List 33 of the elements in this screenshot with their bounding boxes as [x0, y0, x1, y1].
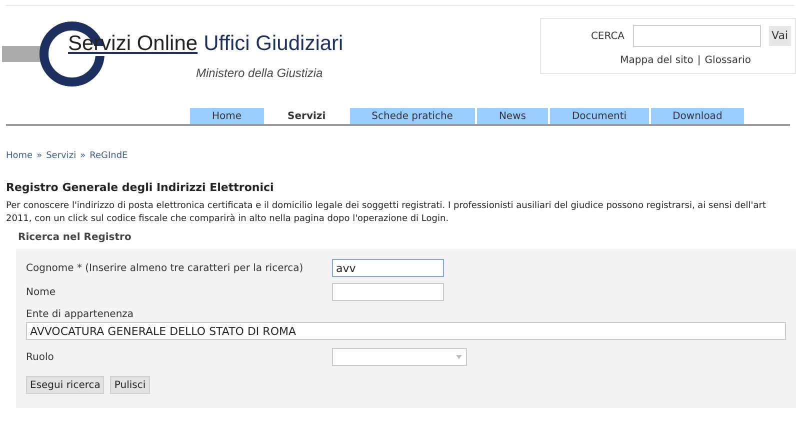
- site-title: Servizi Online: [68, 32, 198, 56]
- page-title: Registro Generale degli Indirizzi Elettronici: [6, 180, 275, 196]
- intro-text: Per conoscere l'indirizzo di posta elettronica certificata e il domicilio legale dei soggetti registrati. I professionisti ausiliari del giudice possono registrarsi, ai sensi dell'art: [6, 200, 767, 213]
- nav-tab[interactable]: Schede pratiche: [350, 108, 475, 124]
- link-separator: |: [697, 54, 701, 68]
- breadcrumb-link[interactable]: Home: [6, 150, 33, 164]
- nav-tab[interactable]: Documenti: [550, 108, 649, 124]
- dropdown[interactable]: [332, 348, 467, 366]
- nav-tab[interactable]: News: [476, 108, 548, 124]
- site-title: Uffici Giudiziari: [204, 32, 344, 56]
- search-button[interactable]: Esegui ricerca: [26, 376, 104, 394]
- section-title: Ricerca nel Registro: [18, 231, 132, 245]
- clear-button[interactable]: Pulisci: [110, 376, 150, 394]
- caret-icon: [456, 355, 462, 359]
- sitemap-link[interactable]: Mappa del sito: [620, 53, 694, 68]
- breadcrumb-link[interactable]: Servizi: [46, 150, 76, 164]
- text-field[interactable]: AVVOCATURA GENERALE DELLO STATO DI ROMA: [26, 322, 786, 340]
- breadcrumb-separator: »: [36, 150, 42, 163]
- site-subtitle: Ministero della Giustizia: [196, 65, 324, 82]
- search-label: CERCA: [590, 30, 625, 44]
- nav-tab[interactable]: Download: [650, 108, 744, 124]
- search-field[interactable]: [632, 25, 761, 47]
- glossary-link[interactable]: Glossario: [704, 53, 751, 68]
- nav-tab[interactable]: Home: [190, 108, 264, 124]
- breadcrumb-separator: »: [80, 150, 86, 163]
- intro-text: 2011, con un click sul codice fiscale che comparirà in alto nella pagina dopo l'operazione di Login.: [6, 213, 450, 226]
- go-button[interactable]: Vai: [768, 26, 791, 46]
- text-field[interactable]: [332, 283, 444, 301]
- field-label: Ruolo: [26, 350, 55, 364]
- field-label: Cognome * (Inserire almeno tre caratteri per la ricerca): [26, 262, 304, 276]
- text-field[interactable]: avv: [332, 259, 444, 277]
- field-label: Nome: [26, 286, 56, 300]
- field-label: Ente di appartenenza: [26, 308, 135, 322]
